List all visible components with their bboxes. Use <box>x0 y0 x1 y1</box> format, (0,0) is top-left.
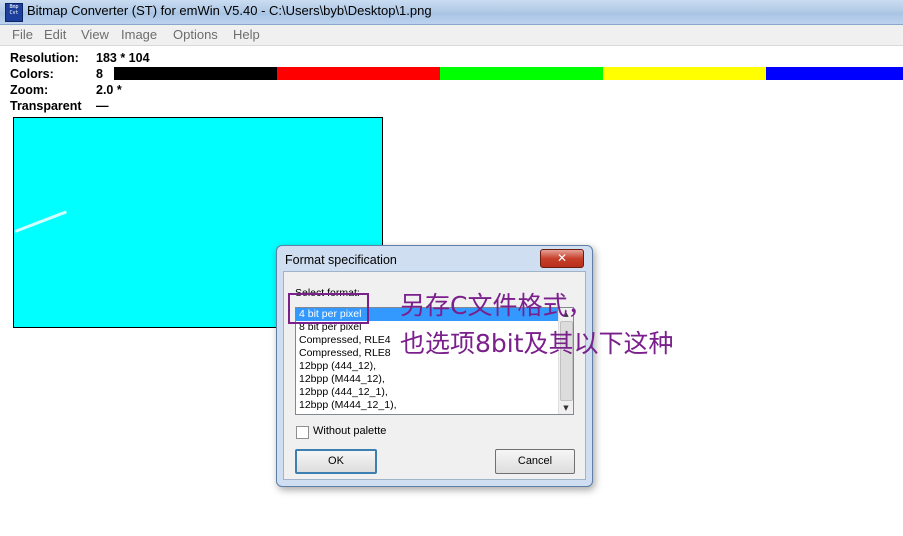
format-item[interactable]: 12bpp (444_12_1), <box>296 386 558 399</box>
menu-image[interactable]: Image <box>121 27 157 42</box>
palette-swatch <box>277 67 440 80</box>
scroll-down-icon[interactable]: ▼ <box>559 402 573 414</box>
cancel-button[interactable]: Cancel <box>495 449 575 474</box>
annotation-line-1: 另存C文件格式， <box>400 291 593 320</box>
menu-view[interactable]: View <box>81 27 109 42</box>
transparent-value: — <box>96 99 109 113</box>
menu-options[interactable]: Options <box>173 27 218 42</box>
color-palette <box>114 67 903 80</box>
window-title: Bitmap Converter (ST) for emWin V5.40 - … <box>27 3 432 18</box>
palette-swatch <box>114 67 277 80</box>
zoom-label: Zoom: <box>10 83 49 97</box>
zoom-value: 2.0 * <box>96 83 122 97</box>
palette-swatch <box>603 67 766 80</box>
menu-file[interactable]: File <box>12 27 33 42</box>
ok-button[interactable]: OK <box>295 449 377 474</box>
resolution-label: Resolution: <box>10 51 79 65</box>
menu-help[interactable]: Help <box>233 27 260 42</box>
format-item[interactable]: 12bpp (M444_12_1), <box>296 399 558 412</box>
format-item[interactable]: 12bpp (444_12), <box>296 360 558 373</box>
bitmap-streak <box>14 210 67 233</box>
colors-label: Colors: <box>10 67 54 81</box>
transparent-label: Transparent <box>10 99 82 113</box>
close-icon: ✕ <box>556 251 568 265</box>
close-button[interactable]: ✕ <box>540 249 584 268</box>
annotation-line-2: 也选项8bit及其以下这种 <box>400 329 674 358</box>
colors-value: 8 <box>96 67 103 81</box>
dialog-title: Format specification <box>285 253 397 267</box>
resolution-value: 183 * 104 <box>96 51 150 65</box>
format-item[interactable]: 12bpp (M444_12), <box>296 373 558 386</box>
menu-bar: File Edit View Image Options Help <box>0 25 903 46</box>
app-icon: Bmp Cvt <box>5 3 23 22</box>
format-dialog: Format specification ✕ Select format: 4 … <box>276 245 593 487</box>
menu-edit[interactable]: Edit <box>44 27 66 42</box>
title-bar[interactable]: Bmp Cvt Bitmap Converter (ST) for emWin … <box>0 0 903 25</box>
palette-swatch <box>440 67 603 80</box>
without-palette-checkbox[interactable] <box>296 426 309 439</box>
without-palette-label: Without palette <box>313 425 387 437</box>
annotation-highlight-box <box>288 293 369 324</box>
palette-swatch <box>766 67 903 80</box>
